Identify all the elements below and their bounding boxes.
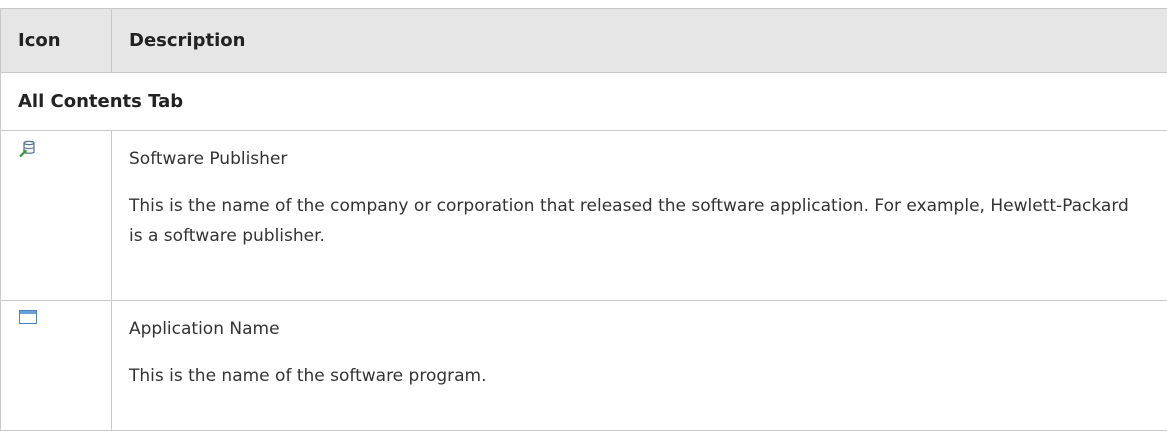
description-column-header: Description	[112, 9, 1167, 73]
description-cell: Software Publisher This is the name of t…	[112, 131, 1167, 301]
description-cell: Application Name This is the name of the…	[112, 301, 1167, 431]
table-row: Software Publisher This is the name of t…	[1, 131, 1167, 301]
icon-cell	[1, 301, 112, 431]
icon-description-table: Icon Description All Contents Tab	[0, 8, 1167, 431]
table-header: Icon Description	[1, 9, 1167, 73]
icon-cell	[1, 131, 112, 301]
header-row: Icon Description	[1, 9, 1167, 73]
table-row: Application Name This is the name of the…	[1, 301, 1167, 431]
row-description: This is the name of the company or corpo…	[129, 191, 1147, 251]
software-publisher-icon	[19, 140, 111, 158]
row-title: Software Publisher	[129, 147, 1147, 171]
icon-column-header: Icon	[1, 9, 112, 73]
section-row: All Contents Tab	[1, 73, 1167, 131]
row-title: Application Name	[129, 317, 1147, 341]
table-body: All Contents Tab Software Pub	[1, 73, 1167, 431]
application-window-icon	[19, 310, 111, 324]
section-label: All Contents Tab	[1, 73, 1167, 131]
row-description: This is the name of the software program…	[129, 361, 1147, 391]
